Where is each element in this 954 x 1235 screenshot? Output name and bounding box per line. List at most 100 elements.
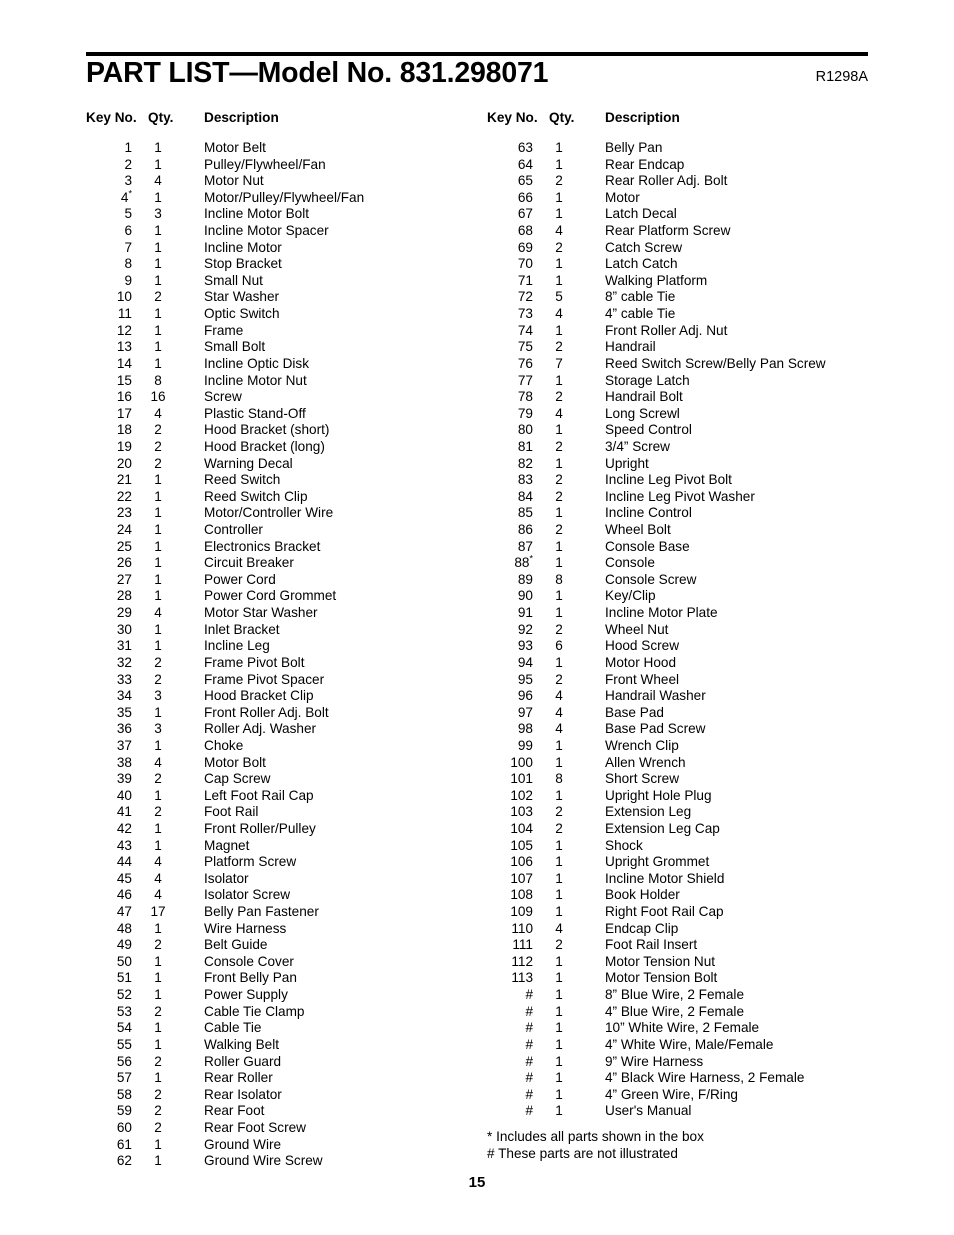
part-quantity: 8 <box>555 571 563 587</box>
part-key-number: # <box>525 1086 533 1102</box>
part-description: Latch Catch <box>605 256 678 272</box>
part-description: Front Roller Adj. Bolt <box>204 704 329 720</box>
part-description: Motor Tension Bolt <box>605 970 718 986</box>
part-quantity: 1 <box>555 787 563 803</box>
part-key-number: 70 <box>517 256 533 272</box>
part-key-number: 108 <box>510 887 533 903</box>
part-quantity: 4 <box>154 854 162 870</box>
part-description: 9” Wire Harness <box>605 1053 704 1069</box>
part-quantity: 1 <box>154 987 162 1003</box>
part-key-number: # <box>525 1070 533 1086</box>
part-description: Stop Bracket <box>204 256 282 272</box>
part-description: Base Pad Screw <box>605 721 706 737</box>
part-quantity: 1 <box>555 870 563 886</box>
part-key-number: 106 <box>510 854 533 870</box>
part-key-number: 30 <box>116 621 132 637</box>
part-description: Warning Decal <box>204 455 293 471</box>
part-key-number: 15 <box>116 372 132 388</box>
part-key-number: 2 <box>124 156 132 172</box>
part-description: Controller <box>204 522 263 538</box>
part-description: Upright Grommet <box>605 854 710 870</box>
part-description: Foot Rail <box>204 804 259 820</box>
part-quantity: 1 <box>555 156 563 172</box>
part-quantity: 1 <box>555 605 563 621</box>
part-description: Incline Leg Pivot Washer <box>605 488 755 504</box>
part-description: Incline Motor Bolt <box>204 206 310 222</box>
part-description: Latch Decal <box>605 206 677 222</box>
part-quantity: 6 <box>555 638 563 654</box>
part-key-number: 35 <box>116 704 132 720</box>
part-key-number: 107 <box>510 870 533 886</box>
part-quantity: 4 <box>154 754 162 770</box>
part-quantity: 1 <box>154 555 162 571</box>
part-quantity: 1 <box>555 322 563 338</box>
part-key-number: 74 <box>517 322 533 338</box>
part-description: Frame Pivot Bolt <box>204 654 305 670</box>
part-quantity: 4 <box>154 605 162 621</box>
part-description: Motor Belt <box>204 140 266 155</box>
part-description: Storage Latch <box>605 372 690 388</box>
part-quantity: 2 <box>555 239 563 255</box>
part-quantity: 2 <box>154 937 162 953</box>
part-quantity: 2 <box>555 804 563 820</box>
part-key-number: 105 <box>510 837 533 853</box>
part-quantity: 2 <box>555 438 563 454</box>
part-quantity: 1 <box>154 140 162 155</box>
part-quantity: 1 <box>555 987 563 1003</box>
page-title: PART LIST—Model No. 831.298071 <box>86 57 549 89</box>
part-description: Reed Switch <box>204 472 281 488</box>
part-quantity: 1 <box>154 837 162 853</box>
part-key-number: 98 <box>517 721 533 737</box>
part-quantity: 2 <box>555 621 563 637</box>
part-description: Motor Nut <box>204 173 264 189</box>
part-description: Right Foot Rail Cap <box>605 904 724 920</box>
part-description: Power Cord Grommet <box>204 588 337 604</box>
part-quantity: 1 <box>154 1070 162 1086</box>
part-description: Front Roller/Pulley <box>204 820 316 836</box>
part-description: Handrail Bolt <box>605 389 683 405</box>
part-quantity: 1 <box>154 737 162 753</box>
part-description: Hood Bracket (long) <box>204 438 325 454</box>
part-key-number: 102 <box>510 787 533 803</box>
part-description: Short Screw <box>605 771 680 787</box>
part-key-number: 6 <box>124 223 132 239</box>
part-key-number: # <box>525 1103 533 1119</box>
part-key-number: 51 <box>116 970 132 986</box>
part-key-number: 82 <box>517 455 533 471</box>
part-key-number: 87 <box>517 538 533 554</box>
part-quantity: 16 <box>150 389 166 405</box>
part-quantity: 2 <box>154 1103 162 1119</box>
part-key-number: 43 <box>116 837 132 853</box>
part-description: Ground Wire <box>204 1136 282 1152</box>
part-quantity: 1 <box>555 970 563 986</box>
part-key-number: 78 <box>517 389 533 405</box>
part-key-number: 12 <box>116 322 132 338</box>
part-key-number: 23 <box>116 505 132 521</box>
part-description: Allen Wrench <box>605 754 686 770</box>
part-description: Foot Rail Insert <box>605 937 698 953</box>
part-description: Hood Screw <box>605 638 680 654</box>
part-quantity: 4 <box>154 870 162 886</box>
part-key-number: 91 <box>517 605 533 621</box>
part-key-number: 111 <box>512 937 533 953</box>
part-key-number: 94 <box>517 654 533 670</box>
part-description: Choke <box>204 737 244 753</box>
part-list-page: PART LIST—Model No. 831.298071 R1298A Ke… <box>0 0 954 1235</box>
part-quantity: 1 <box>555 953 563 969</box>
part-key-number: 16 <box>116 389 132 405</box>
part-key-number: 85 <box>517 505 533 521</box>
part-description: Incline Control <box>605 505 692 521</box>
part-description: Reed Switch Screw/Belly Pan Screw <box>605 355 826 371</box>
part-quantity: 4 <box>555 405 563 421</box>
part-description: Long Screwl <box>605 405 680 421</box>
column-header-qty: Qty. <box>549 110 575 125</box>
part-quantity: 4 <box>555 223 563 239</box>
part-quantity: 1 <box>555 1020 563 1036</box>
footnote-hash: # These parts are not illustrated <box>487 1145 678 1161</box>
part-quantity: 2 <box>555 339 563 355</box>
part-description: Console Cover <box>204 953 294 969</box>
part-description: Power Cord <box>204 571 276 587</box>
part-description: 3/4” Screw <box>605 438 670 454</box>
part-quantity: 4 <box>154 173 162 189</box>
part-key-number: 1 <box>124 140 132 155</box>
